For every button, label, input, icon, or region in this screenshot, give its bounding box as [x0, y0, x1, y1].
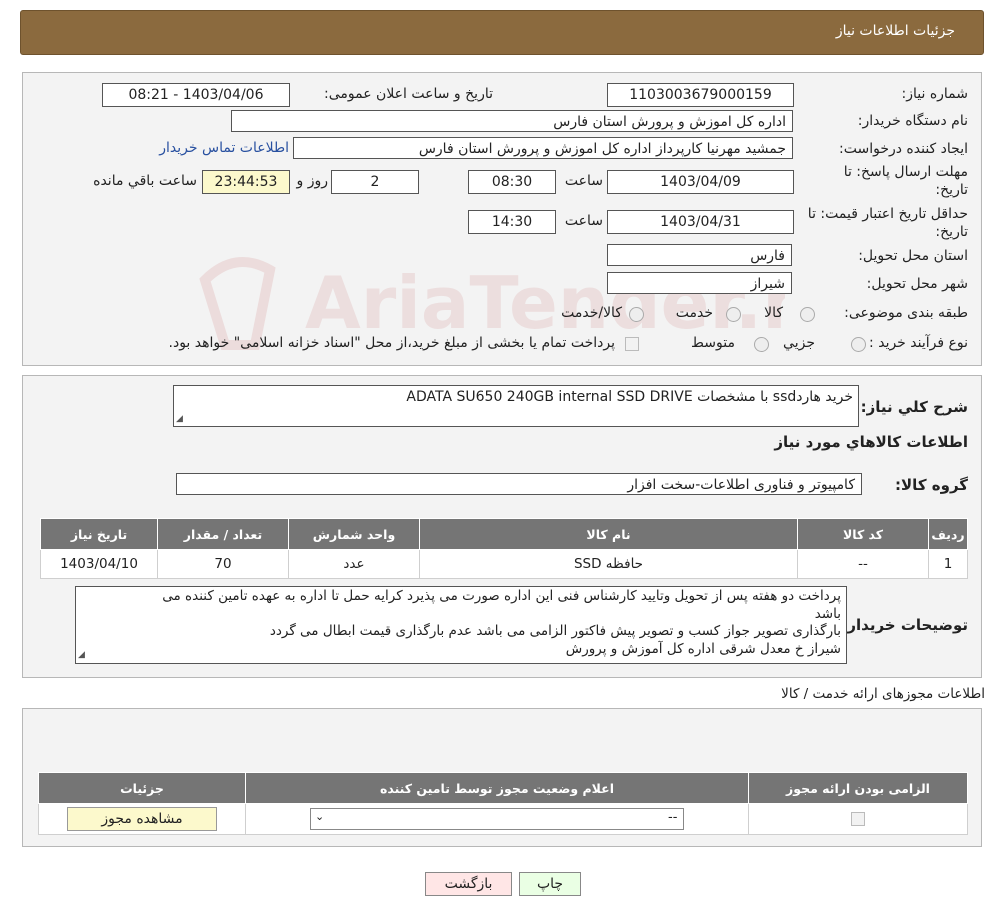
goods-table: رديف کد کالا نام کالا واحد شمارش تعداد /…	[40, 518, 968, 579]
desc-field: خرید هاردssd با مشخصات ADATA SU650 240GB…	[173, 385, 859, 427]
creator-label: ایجاد کننده درخواست:	[839, 141, 968, 157]
need-number-label: شماره نیاز:	[901, 86, 969, 102]
notes-line: باشد	[814, 605, 841, 622]
goods-table-header: رديف کد کالا نام کالا واحد شمارش تعداد /…	[40, 518, 968, 550]
group-field: کامپیوتر و فناوری اطلاعات-سخت افزار	[176, 473, 862, 495]
col-row: رديف	[928, 518, 968, 550]
validity-time-field: 14:30	[468, 210, 556, 234]
process-medium-radio[interactable]	[754, 337, 769, 352]
category-service-label: خدمت	[675, 305, 713, 321]
group-label: گروه کالا:	[895, 476, 968, 494]
col-code: کد کالا	[797, 518, 929, 550]
province-label: استان محل تحویل:	[858, 248, 968, 264]
select-value: --	[668, 810, 678, 825]
category-goods-radio[interactable]	[800, 307, 815, 322]
city-field: شیراز	[607, 272, 792, 294]
permits-table-header: الزامی بودن ارائه مجوز اعلام وضعیت مجوز …	[38, 772, 968, 804]
need-number-field: 1103003679000159	[607, 83, 794, 107]
page-title: جزئیات اطلاعات نیاز	[835, 23, 955, 39]
category-goods-label: کالا	[764, 305, 783, 321]
page-header: جزئیات اطلاعات نیاز	[20, 10, 984, 55]
chevron-down-icon: ⌄	[315, 810, 325, 823]
cell-code: --	[797, 549, 929, 579]
desc-label: شرح کلي نياز:	[860, 398, 968, 416]
remaining-time-field: 23:44:53	[202, 170, 290, 194]
remaining-label: ساعت باقي مانده	[93, 173, 197, 189]
category-label: طبقه بندی موضوعی:	[844, 305, 968, 321]
deadline-label: مهلت ارسال پاسخ: تا	[843, 164, 968, 180]
cell-required	[748, 803, 968, 835]
notes-line: شیراز خ معدل شرقی اداره کل آموزش و پرورش	[565, 640, 841, 657]
validity-time-label: ساعت	[564, 213, 603, 229]
category-both-label: کالا/خدمت	[561, 305, 622, 321]
city-label: شهر محل تحویل:	[866, 276, 968, 292]
permit-status-select[interactable]: -- ⌄	[310, 808, 684, 830]
permits-title: اطلاعات مجوزهای ارائه خدمت / کالا	[781, 686, 985, 702]
back-button[interactable]: بازگشت	[425, 872, 512, 896]
cell-details: مشاهده مجوز	[38, 803, 246, 835]
process-label: نوع فرآیند خرید :	[869, 335, 968, 351]
deadline-date-label: تاریخ:	[935, 182, 968, 198]
cell-status: -- ⌄	[245, 803, 749, 835]
resize-grip-icon[interactable]: ◢	[78, 650, 85, 660]
validity-date-label: تاریخ:	[935, 224, 968, 240]
required-checkbox	[851, 812, 865, 826]
process-small-label: جزیي	[783, 335, 815, 351]
col-name: نام کالا	[419, 518, 798, 550]
treasury-checkbox[interactable]	[625, 337, 639, 351]
cell-name: حافظه SSD	[419, 549, 798, 579]
validity-label: حداقل تاریخ اعتبار قیمت: تا	[807, 206, 968, 222]
notes-field: پرداخت دو هفته پس از تحویل وتایید کارشنا…	[75, 586, 847, 664]
buyer-label: نام دستگاه خریدار:	[857, 113, 968, 129]
creator-field: جمشید مهرنیا کارپرداز اداره کل اموزش و پ…	[293, 137, 793, 159]
days-label: روز و	[296, 173, 329, 189]
notes-line: بارگذاری تصویر جواز کسب و تصویر پیش فاکت…	[269, 623, 841, 639]
announce-field: 1403/04/06 - 08:21	[102, 83, 290, 107]
process-small-radio[interactable]	[851, 337, 866, 352]
notes-line: پرداخت دو هفته پس از تحویل وتایید کارشنا…	[162, 588, 841, 604]
validity-date-field: 1403/04/31	[607, 210, 794, 234]
payment-note: پرداخت تمام یا بخشی از مبلغ خرید،از محل …	[168, 335, 615, 351]
desc-text: خرید هاردssd با مشخصات ADATA SU650 240GB…	[406, 389, 853, 405]
view-permit-button[interactable]: مشاهده مجوز	[67, 807, 217, 831]
print-button[interactable]: چاپ	[519, 872, 581, 896]
goods-info-title: اطلاعات کالاهاي مورد نياز	[774, 433, 968, 451]
notes-label: توضیحات خریدار:	[841, 616, 968, 634]
deadline-time-label: ساعت	[564, 173, 603, 189]
buyer-field: اداره کل اموزش و پرورش استان فارس	[231, 110, 793, 132]
process-medium-label: متوسط	[691, 335, 735, 351]
col-details: جزئیات	[38, 772, 246, 804]
col-status: اعلام وضعیت مجوز توسط تامین کننده	[245, 772, 749, 804]
category-both-radio[interactable]	[629, 307, 644, 322]
permits-table: الزامی بودن ارائه مجوز اعلام وضعیت مجوز …	[38, 772, 968, 835]
col-date: تاريخ نياز	[40, 518, 158, 550]
buyer-contact-link[interactable]: اطلاعات تماس خریدار	[157, 140, 289, 156]
deadline-time-field: 08:30	[468, 170, 556, 194]
deadline-date-field: 1403/04/09	[607, 170, 794, 194]
table-row: 1 -- حافظه SSD عدد 70 1403/04/10	[40, 549, 968, 579]
cell-qty: 70	[157, 549, 289, 579]
resize-grip-icon[interactable]: ◢	[176, 414, 183, 424]
province-field: فارس	[607, 244, 792, 266]
cell-date: 1403/04/10	[40, 549, 158, 579]
category-service-radio[interactable]	[726, 307, 741, 322]
days-field: 2	[331, 170, 419, 194]
announce-label: تاریخ و ساعت اعلان عمومی:	[324, 86, 493, 102]
table-row: -- ⌄ مشاهده مجوز	[38, 803, 968, 835]
cell-row: 1	[928, 549, 968, 579]
col-required: الزامی بودن ارائه مجوز	[748, 772, 968, 804]
cell-unit: عدد	[288, 549, 420, 579]
col-unit: واحد شمارش	[288, 518, 420, 550]
col-qty: تعداد / مقدار	[157, 518, 289, 550]
